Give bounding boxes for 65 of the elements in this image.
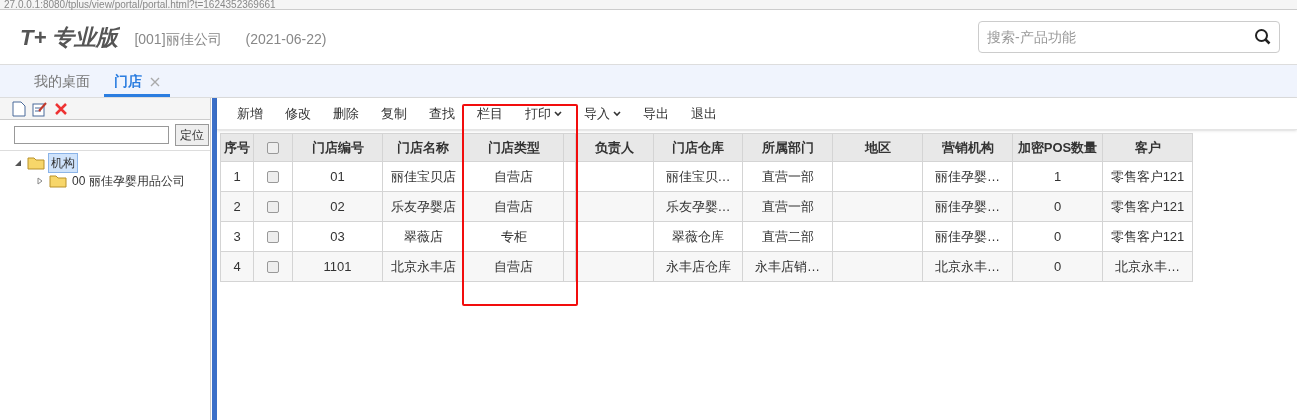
- company-name: [001]丽佳公司: [134, 29, 222, 49]
- table-cell: 丽佳孕婴…: [922, 191, 1013, 222]
- checkbox[interactable]: [267, 171, 279, 184]
- table-cell: 永丰店仓库: [653, 251, 743, 282]
- column-header[interactable]: 门店编号: [292, 133, 383, 162]
- table-cell: 1: [1012, 161, 1103, 192]
- table-cell: 零售客户121: [1102, 221, 1193, 252]
- address-url: 27.0.0.1:8080/tplus/view/portal/portal.html?t=1624352369661: [3, 0, 276, 10]
- table-cell: 北京永丰…: [1102, 251, 1193, 282]
- column-header[interactable]: 门店仓库: [653, 133, 743, 162]
- table-cell: 直营一部: [742, 161, 833, 192]
- column-header[interactable]: 门店类型: [463, 133, 564, 162]
- table-cell: 零售客户121: [1102, 161, 1193, 192]
- table-cell: 1101: [292, 251, 383, 282]
- checkbox[interactable]: [267, 142, 279, 155]
- table-cell: 专柜: [463, 221, 564, 252]
- table-cell: 自营店: [463, 251, 564, 282]
- expander-icon[interactable]: [14, 159, 24, 167]
- locate-input[interactable]: [14, 126, 169, 144]
- table-cell: 自营店: [463, 191, 564, 222]
- table-cell: 03: [292, 221, 383, 252]
- column-header[interactable]: 地区: [832, 133, 923, 162]
- row-number: 2: [220, 191, 254, 222]
- tree-item[interactable]: 机构: [48, 153, 78, 173]
- table-cell: 直营一部: [742, 191, 833, 222]
- locate-button[interactable]: 定位: [175, 124, 209, 146]
- new-document-icon[interactable]: [12, 100, 26, 117]
- table-cell: 02: [292, 191, 383, 222]
- column-header[interactable]: 所属部门: [742, 133, 833, 162]
- tree-item[interactable]: 00 丽佳孕婴用品公司: [70, 172, 187, 190]
- tab[interactable]: 我的桌面: [24, 69, 100, 97]
- table-cell: 零售客户121: [1102, 191, 1193, 222]
- column-header[interactable]: 门店名称: [382, 133, 464, 162]
- table-cell: 丽佳孕婴…: [922, 221, 1013, 252]
- product-logo: T+ 专业版: [20, 23, 119, 52]
- table-cell: 0: [1012, 251, 1103, 282]
- table-cell: 北京永丰…: [922, 251, 1013, 282]
- table-cell: 自营店: [463, 161, 564, 192]
- row-number: 3: [220, 221, 254, 252]
- table-cell: 0: [1012, 221, 1103, 252]
- table-cell: 乐友孕婴…: [653, 191, 743, 222]
- column-header[interactable]: 负责人: [575, 133, 654, 162]
- column-header[interactable]: 营销机构: [922, 133, 1013, 162]
- search-field[interactable]: 搜索-产品功能: [978, 21, 1280, 53]
- column-header[interactable]: 加密POS数量: [1012, 133, 1103, 162]
- column-header[interactable]: 序号: [220, 133, 254, 162]
- row-number: 1: [220, 161, 254, 192]
- table-cell: 丽佳孕婴…: [922, 161, 1013, 192]
- delete-icon[interactable]: [54, 101, 68, 116]
- table-cell: 0: [1012, 191, 1103, 222]
- account-date: (2021-06-22): [245, 29, 327, 49]
- table-cell: 直营二部: [742, 221, 833, 252]
- checkbox[interactable]: [267, 231, 279, 244]
- table-cell: 01: [292, 161, 383, 192]
- edit-icon[interactable]: [32, 100, 48, 117]
- search-icon[interactable]: [1254, 28, 1272, 46]
- folder-icon: [27, 156, 45, 170]
- checkbox[interactable]: [267, 201, 279, 214]
- table-cell: 永丰店销…: [742, 251, 833, 282]
- checkbox[interactable]: [267, 261, 279, 274]
- column-header[interactable]: 客户: [1102, 133, 1193, 162]
- table-cell: 翠薇仓库: [653, 221, 743, 252]
- close-icon[interactable]: [150, 76, 160, 87]
- table-cell: 丽佳宝贝…: [653, 161, 743, 192]
- row-number: 4: [220, 251, 254, 282]
